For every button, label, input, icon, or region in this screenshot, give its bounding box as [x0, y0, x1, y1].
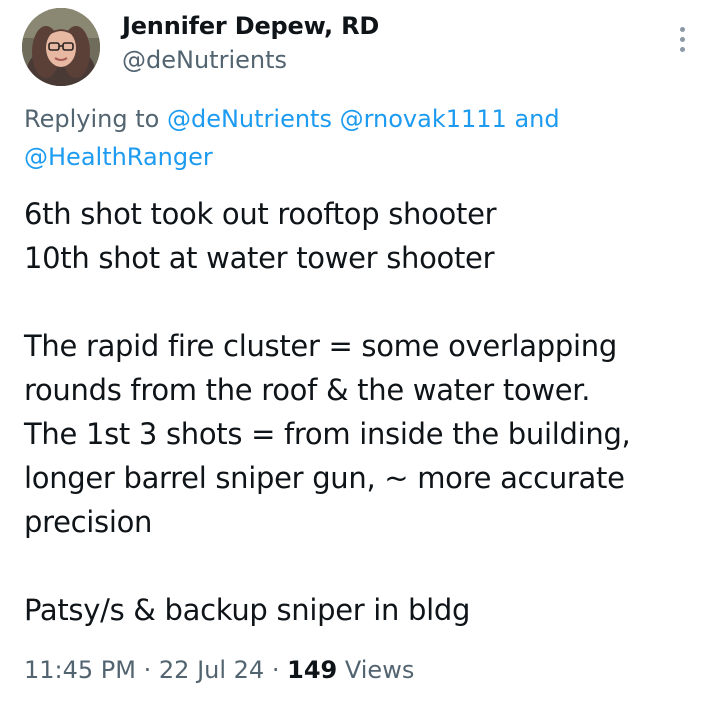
meta-separator: · — [143, 656, 152, 684]
tweet-text-line: Patsy/s & backup sniper in bldg — [24, 593, 471, 627]
timestamp-time[interactable]: 11:45 PM — [24, 656, 136, 684]
mention-link[interactable]: @HealthRanger — [24, 143, 213, 171]
more-vertical-icon — [679, 26, 685, 52]
replying-to-joiner: and — [514, 105, 560, 133]
tweet-meta: 11:45 PM · 22 Jul 24 · 149 Views — [24, 652, 414, 688]
meta-separator: · — [271, 656, 280, 684]
avatar[interactable] — [22, 8, 100, 86]
replying-to-prefix: Replying to — [24, 105, 160, 133]
author-block: Jennifer Depew, RD @deNutrients — [122, 10, 379, 76]
mention-link[interactable]: @deNutrients — [167, 105, 332, 133]
author-handle[interactable]: @deNutrients — [122, 44, 379, 76]
tweet-text-line: rounds from the roof & the water tower. — [24, 373, 591, 407]
author-display-name[interactable]: Jennifer Depew, RD — [122, 10, 379, 42]
tweet-text: 6th shot took out rooftop shooter 10th s… — [24, 192, 704, 632]
tweet-text-line: The 1st 3 shots = from inside the buildi… — [24, 417, 631, 451]
dot — [679, 26, 685, 32]
tweet-text-line: longer barrel sniper gun, ~ more accurat… — [24, 461, 625, 495]
views-count: 149 — [287, 656, 338, 684]
views-label: Views — [344, 656, 415, 684]
tweet: Jennifer Depew, RD @deNutrients Replying… — [0, 0, 720, 701]
avatar-image — [22, 8, 100, 86]
tweet-text-line: precision — [24, 505, 153, 539]
more-options-button[interactable] — [672, 22, 692, 56]
dot — [679, 46, 685, 52]
mention-link[interactable]: @rnovak1111 — [340, 105, 507, 133]
tweet-text-line: The rapid fire cluster = some overlappin… — [24, 329, 617, 363]
replying-to: Replying to @deNutrients @rnovak1111 and… — [24, 100, 704, 176]
tweet-text-line: 6th shot took out rooftop shooter — [24, 197, 497, 231]
dot — [679, 36, 685, 42]
timestamp-date[interactable]: 22 Jul 24 — [159, 656, 264, 684]
tweet-text-line: 10th shot at water tower shooter — [24, 241, 495, 275]
